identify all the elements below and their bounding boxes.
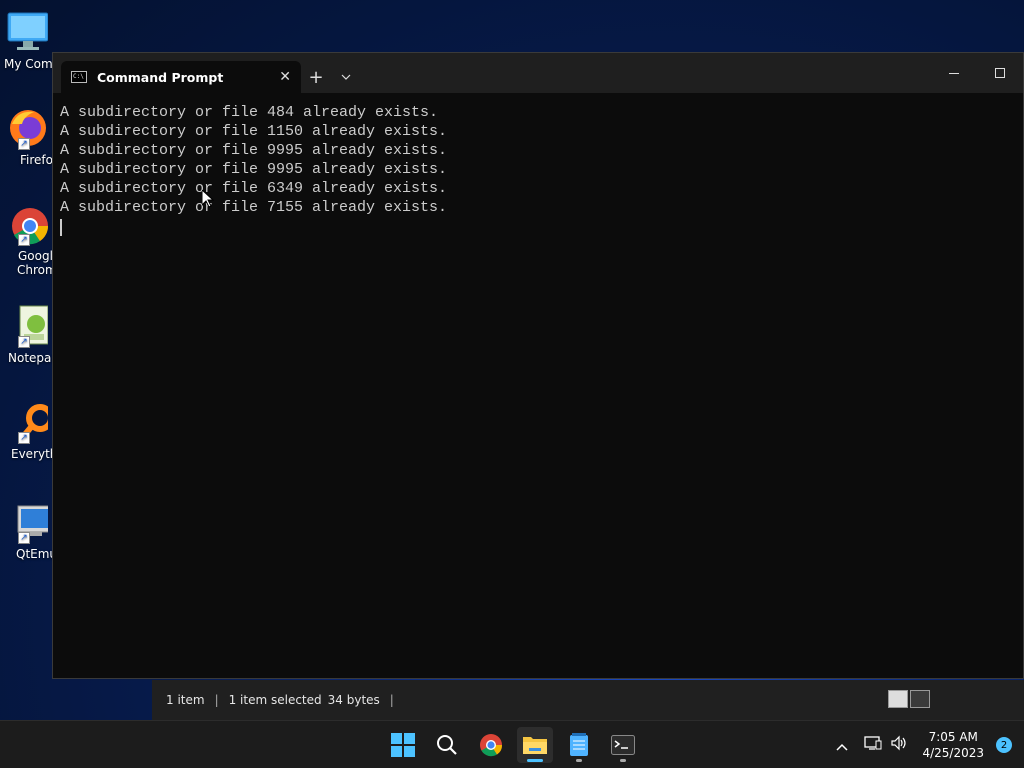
maximize-button[interactable] <box>977 53 1023 93</box>
notification-badge[interactable]: 2 <box>996 737 1012 753</box>
taskbar-notepad[interactable] <box>561 727 597 763</box>
console-line: A subdirectory or file 9995 already exis… <box>60 161 448 178</box>
clock-date: 4/25/2023 <box>922 746 984 760</box>
desktop-icon-qtemu[interactable]: ↗ QtEmu <box>0 500 58 561</box>
desktop-icon-everything[interactable]: ↗ Everythi <box>0 400 61 461</box>
selection-size: 34 bytes <box>327 693 380 707</box>
tab-command-prompt[interactable]: C:\ Command Prompt ✕ <box>61 61 301 93</box>
terminal-icon <box>611 735 635 755</box>
desktop-icon-label-line2: Chrom <box>17 263 57 277</box>
view-toggle <box>888 690 930 708</box>
console-line: A subdirectory or file 1150 already exis… <box>60 123 448 140</box>
network-icon[interactable] <box>864 735 882 755</box>
desktop-icon-label: Everythi <box>11 447 61 461</box>
shortcut-arrow-icon: ↗ <box>18 532 30 544</box>
firefox-icon: ↗ <box>4 106 48 150</box>
minimize-icon <box>949 72 959 74</box>
text-cursor <box>60 219 62 236</box>
console-line: A subdirectory or file 484 already exist… <box>60 104 439 121</box>
chrome-icon: ↗ <box>4 202 49 246</box>
item-count: 1 item <box>166 693 205 707</box>
desktop-icon-label: QtEmu <box>16 547 58 561</box>
console-output[interactable]: A subdirectory or file 484 already exist… <box>53 93 1023 236</box>
volume-icon[interactable] <box>890 735 908 755</box>
taskbar-file-explorer[interactable] <box>517 727 553 763</box>
taskbar: 7:05 AM 4/25/2023 2 <box>0 720 1024 768</box>
search-button[interactable] <box>429 727 465 763</box>
status-separator: | <box>389 693 394 707</box>
chevron-up-icon[interactable] <box>836 736 848 755</box>
new-tab-button[interactable]: + <box>301 61 331 93</box>
selection-info: 1 item selected <box>228 693 322 707</box>
chrome-icon <box>480 734 503 757</box>
desktop-icon-label: Notepac <box>8 351 58 365</box>
shortcut-arrow-icon: ↗ <box>18 432 30 444</box>
close-tab-icon[interactable]: ✕ <box>279 69 291 85</box>
shortcut-arrow-icon: ↗ <box>18 336 30 348</box>
folder-icon <box>523 737 547 754</box>
running-indicator <box>620 759 626 762</box>
chevron-down-icon[interactable] <box>331 61 361 93</box>
tiles-view-button[interactable] <box>910 690 930 708</box>
details-view-button[interactable] <box>888 690 908 708</box>
start-button[interactable] <box>385 727 421 763</box>
tab-title: Command Prompt <box>97 69 224 85</box>
search-icon <box>437 735 457 755</box>
taskbar-chrome[interactable] <box>473 727 509 763</box>
terminal-tab-bar: C:\ Command Prompt ✕ + <box>53 53 1023 93</box>
explorer-status-bar: 1 item | 1 item selected 34 bytes | <box>152 680 1024 720</box>
active-indicator <box>527 759 543 762</box>
desktop-icon-label: Firefo <box>20 153 53 167</box>
system-tray: 7:05 AM 4/25/2023 2 <box>836 721 1024 768</box>
search-magnifier-icon: ↗ <box>4 400 54 444</box>
notepad-icon: ↗ <box>4 304 49 348</box>
monitor-icon <box>4 10 49 54</box>
mouse-pointer-icon <box>202 190 214 208</box>
shortcut-arrow-icon: ↗ <box>18 234 30 246</box>
minimize-button[interactable] <box>931 53 977 93</box>
desktop-icon-firefox[interactable]: ↗ Firefo <box>0 106 53 167</box>
desktop-icon-chrome[interactable]: ↗ Googl Chrom <box>0 202 57 277</box>
computer-icon: ↗ <box>4 500 53 544</box>
clock[interactable]: 7:05 AM 4/25/2023 <box>922 729 984 761</box>
windows-logo-icon <box>391 733 415 757</box>
desktop-icon-my-computer[interactable]: My Comp <box>0 10 61 71</box>
maximize-icon <box>995 68 1005 78</box>
command-prompt-icon: C:\ <box>71 71 87 83</box>
window-controls <box>931 53 1023 93</box>
console-line: A subdirectory or file 9995 already exis… <box>60 142 448 159</box>
desktop-icon-notepad[interactable]: ↗ Notepac <box>0 304 58 365</box>
desktop-icon-label: My Comp <box>4 57 61 71</box>
taskbar-terminal[interactable] <box>605 727 641 763</box>
terminal-window[interactable]: C:\ Command Prompt ✕ + A subdirectory or… <box>52 52 1024 679</box>
clock-time: 7:05 AM <box>928 730 978 744</box>
running-indicator <box>576 759 582 762</box>
shortcut-arrow-icon: ↗ <box>18 138 30 150</box>
desktop-icon-label: Googl <box>18 249 53 263</box>
status-separator: | <box>214 693 219 707</box>
notepad-icon <box>570 733 588 756</box>
